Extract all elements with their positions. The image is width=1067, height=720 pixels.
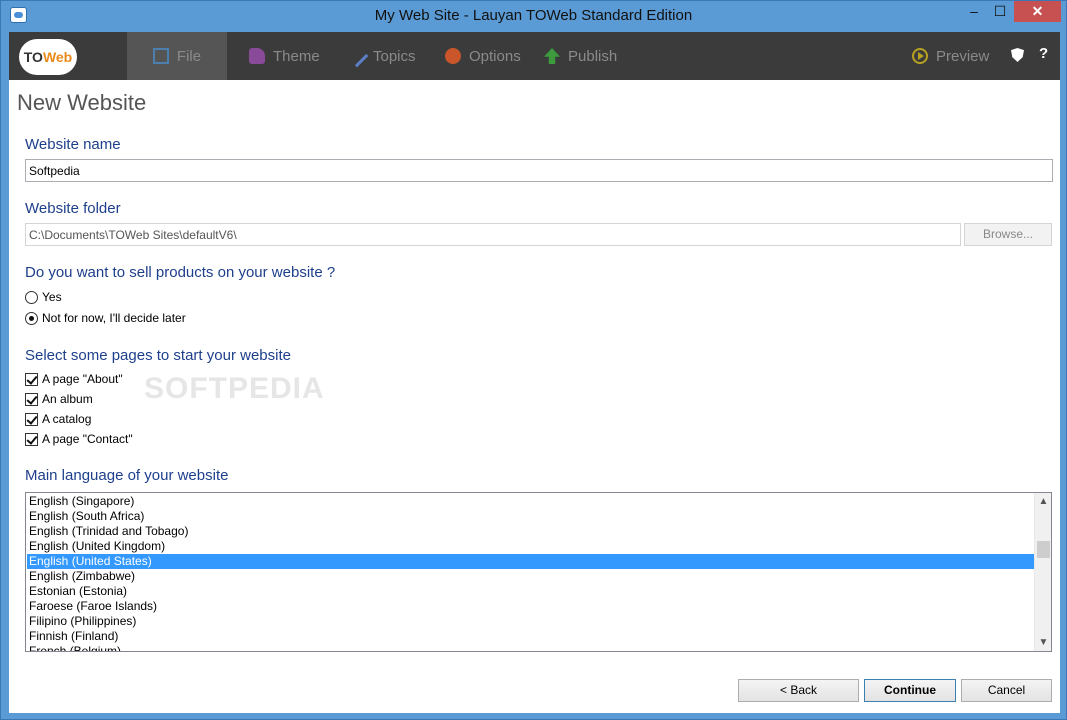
softpedia-watermark: SOFTPEDIA bbox=[144, 372, 325, 405]
website-name-label: Website name bbox=[25, 136, 121, 153]
language-scrollbar[interactable]: ▲ ▼ bbox=[1034, 493, 1051, 651]
tab-theme[interactable]: Theme bbox=[249, 32, 320, 80]
checkbox-contact[interactable] bbox=[25, 432, 38, 446]
scroll-up-icon[interactable]: ▲ bbox=[1035, 493, 1051, 510]
tab-file-label: File bbox=[176, 47, 202, 65]
sell-option-yes-label: Yes bbox=[42, 290, 62, 304]
back-button[interactable]: < Back bbox=[738, 679, 859, 702]
tab-topics[interactable]: Topics bbox=[345, 32, 416, 80]
shield-icon[interactable] bbox=[1011, 48, 1024, 62]
page-option-contact-label: A page "Contact" bbox=[42, 432, 133, 446]
language-list-item[interactable]: Filipino (Philippines) bbox=[27, 614, 1034, 629]
sell-option-later[interactable]: Not for now, I'll decide later bbox=[25, 310, 186, 326]
tab-publish[interactable]: Publish bbox=[544, 32, 617, 80]
language-list-item[interactable]: English (South Africa) bbox=[27, 509, 1034, 524]
checkbox-about[interactable] bbox=[25, 372, 38, 386]
title-bar: My Web Site - Lauyan TOWeb Standard Edit… bbox=[1, 1, 1066, 31]
page-option-about-label: A page "About" bbox=[42, 372, 123, 386]
radio-later[interactable] bbox=[25, 311, 38, 325]
page-option-contact[interactable]: A page "Contact" bbox=[25, 431, 133, 447]
tab-options[interactable]: Options bbox=[445, 32, 521, 80]
browse-button[interactable]: Browse... bbox=[964, 223, 1052, 246]
tab-publish-label: Publish bbox=[568, 47, 618, 65]
gears-icon bbox=[445, 48, 461, 64]
preview-label: Preview bbox=[936, 47, 990, 65]
checkbox-album[interactable] bbox=[25, 392, 38, 406]
language-list-item[interactable]: English (United Kingdom) bbox=[27, 539, 1034, 554]
language-label: Main language of your website bbox=[25, 467, 229, 484]
upload-arrow-icon bbox=[544, 48, 560, 64]
tab-topics-label: Topics bbox=[373, 47, 416, 65]
tab-file[interactable]: File bbox=[127, 32, 227, 80]
sell-option-later-label: Not for now, I'll decide later bbox=[42, 311, 186, 325]
preview-button[interactable]: Preview bbox=[912, 32, 989, 80]
website-folder-input[interactable]: C:\Documents\TOWeb Sites\defaultV6\ bbox=[25, 223, 961, 246]
language-list-item[interactable]: English (Singapore) bbox=[27, 494, 1034, 509]
page-title: New Website bbox=[17, 90, 147, 115]
sell-products-label: Do you want to sell products on your web… bbox=[25, 264, 336, 281]
radio-yes[interactable] bbox=[25, 290, 38, 304]
page-option-album-label: An album bbox=[42, 392, 93, 406]
language-listbox[interactable]: English (Singapore) English (South Africa… bbox=[25, 492, 1052, 652]
select-pages-label: Select some pages to start your website bbox=[25, 347, 291, 364]
language-list-item[interactable]: French (Belgium) bbox=[27, 644, 1034, 651]
paint-bucket-icon bbox=[249, 48, 265, 64]
tab-theme-label: Theme bbox=[273, 47, 320, 65]
website-name-input[interactable]: Softpedia bbox=[25, 159, 1053, 182]
cancel-button[interactable]: Cancel bbox=[961, 679, 1052, 702]
scroll-down-icon[interactable]: ▼ bbox=[1035, 634, 1051, 651]
folder-icon bbox=[152, 48, 169, 64]
play-circle-icon bbox=[912, 48, 928, 64]
continue-button[interactable]: Continue bbox=[864, 679, 956, 702]
toweb-logo: TOWeb bbox=[19, 39, 77, 75]
help-button[interactable]: ? bbox=[1039, 45, 1048, 62]
language-list: English (Singapore) English (South Africa… bbox=[27, 494, 1034, 651]
page-option-album[interactable]: An album bbox=[25, 391, 93, 407]
maximize-button[interactable]: ☐ bbox=[987, 1, 1013, 22]
language-list-item[interactable]: Finnish (Finland) bbox=[27, 629, 1034, 644]
sell-option-yes[interactable]: Yes bbox=[25, 289, 62, 305]
client-area: TOWeb File Theme Topics Options Publish bbox=[9, 32, 1060, 713]
scroll-thumb[interactable] bbox=[1037, 541, 1050, 558]
language-list-item[interactable]: English (United States) bbox=[27, 554, 1034, 569]
page-option-catalog-label: A catalog bbox=[42, 412, 92, 426]
close-button[interactable]: ✕ bbox=[1014, 1, 1061, 22]
app-window: My Web Site - Lauyan TOWeb Standard Edit… bbox=[0, 0, 1067, 720]
page-option-catalog[interactable]: A catalog bbox=[25, 411, 91, 427]
language-list-item[interactable]: Estonian (Estonia) bbox=[27, 584, 1034, 599]
tab-options-label: Options bbox=[469, 47, 521, 65]
language-list-item[interactable]: English (Zimbabwe) bbox=[27, 569, 1034, 584]
website-folder-label: Website folder bbox=[25, 200, 121, 217]
language-list-item[interactable]: Faroese (Faroe Islands) bbox=[27, 599, 1034, 614]
page-option-about[interactable]: A page "About" bbox=[25, 371, 123, 387]
language-list-item[interactable]: English (Trinidad and Tobago) bbox=[27, 524, 1034, 539]
window-title: My Web Site - Lauyan TOWeb Standard Edit… bbox=[374, 7, 693, 24]
minimize-button[interactable]: – bbox=[961, 1, 987, 22]
checkbox-catalog[interactable] bbox=[25, 412, 38, 426]
main-toolbar: TOWeb File Theme Topics Options Publish bbox=[9, 32, 1060, 80]
pencil-icon bbox=[345, 44, 369, 68]
